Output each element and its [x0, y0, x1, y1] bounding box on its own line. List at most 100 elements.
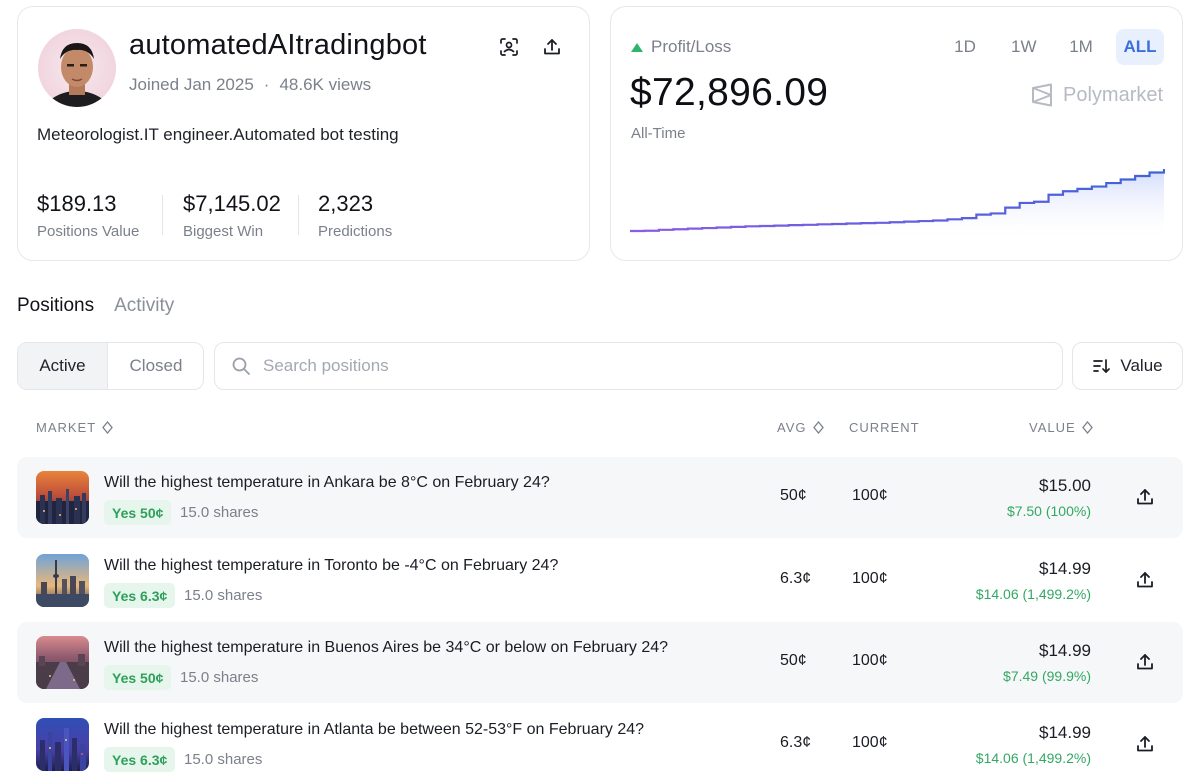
column-header-current: CURRENT: [849, 420, 920, 435]
share-icon: [1137, 489, 1153, 505]
pnl-area: [630, 169, 1164, 241]
column-header-label: VALUE: [1029, 420, 1076, 435]
column-header-market[interactable]: MARKET: [36, 420, 114, 435]
market-thumbnail: [36, 636, 89, 689]
position-pnl: $14.06 (1,499.2%): [975, 750, 1091, 766]
position-pnl: $7.50 (100%): [1006, 503, 1091, 519]
username: automatedAItradingbot: [129, 29, 427, 61]
position-value: $15.00: [1039, 476, 1091, 495]
sort-diamond-icon: [812, 421, 824, 434]
filter-closed-button[interactable]: Closed: [108, 343, 203, 389]
avatar[interactable]: [38, 29, 116, 107]
position-value: $14.99: [1039, 723, 1091, 742]
triangle-up-icon: [631, 42, 643, 52]
brand-name: Polymarket: [1063, 83, 1164, 106]
range-all-button[interactable]: ALL: [1116, 29, 1164, 65]
tab-activity[interactable]: Activity: [114, 295, 174, 317]
tab-positions[interactable]: Positions: [17, 295, 94, 317]
position-value: $14.99: [1039, 641, 1091, 660]
current-price: 100¢: [852, 570, 888, 587]
market-thumbnail: [36, 554, 89, 607]
search-input[interactable]: [263, 356, 1023, 376]
table-row[interactable]: Will the highest temperature in Toronto …: [17, 540, 1183, 621]
stat-label: Biggest Win: [183, 223, 264, 240]
avg-price: 50¢: [780, 487, 807, 504]
stat-label: Positions Value: [37, 223, 140, 240]
stat-positions-value: $189.13 Positions Value: [37, 191, 139, 240]
share-position-button[interactable]: [1135, 652, 1155, 672]
search-icon: [232, 357, 250, 375]
sort-button[interactable]: Value: [1072, 342, 1183, 390]
market-question[interactable]: Will the highest temperature in Atlanta …: [104, 721, 644, 739]
share-position-button[interactable]: [1135, 487, 1155, 507]
current-price: 100¢: [852, 652, 888, 669]
avg-price: 6.3¢: [780, 734, 812, 751]
share-count: 15.0 shares: [184, 587, 263, 604]
column-header-avg[interactable]: AVG: [777, 420, 824, 435]
share-icon: [1137, 736, 1153, 752]
profit-loss-card: Profit/Loss 1D 1W 1M ALL $72,896.09 All-…: [610, 6, 1183, 261]
share-profile-button[interactable]: [539, 34, 565, 60]
stat-divider: [298, 195, 299, 235]
market-question[interactable]: Will the highest temperature in Toronto …: [104, 557, 558, 575]
current-price: 100¢: [852, 734, 888, 751]
polymarket-logo-icon: [1032, 83, 1052, 107]
market-question[interactable]: Will the highest temperature in Buenos A…: [104, 639, 668, 657]
current-price: 100¢: [852, 487, 888, 504]
sort-diamond-icon: [102, 421, 114, 434]
avg-price: 50¢: [780, 652, 807, 669]
scan-profile-button[interactable]: [496, 34, 522, 60]
profile-tabs: Positions Activity: [17, 295, 174, 317]
stat-label: Predictions: [318, 223, 393, 240]
range-1d-button[interactable]: 1D: [945, 29, 985, 65]
view-count: 48.6K views: [279, 75, 372, 94]
pnl-chart: [630, 169, 1165, 241]
share-icon: [544, 39, 560, 55]
market-question[interactable]: Will the highest temperature in Ankara b…: [104, 474, 550, 492]
share-position-button[interactable]: [1135, 570, 1155, 590]
range-1m-button[interactable]: 1M: [1061, 29, 1101, 65]
position-pnl: $14.06 (1,499.2%): [975, 586, 1091, 602]
outcome-badge: Yes 6.3¢: [104, 747, 176, 772]
range-1w-button[interactable]: 1W: [1003, 29, 1045, 65]
outcome-badge: Yes 50¢: [104, 665, 172, 690]
scan-face-icon: [500, 38, 518, 56]
pnl-label-text: Profit/Loss: [651, 37, 732, 56]
separator-dot: ·: [263, 75, 270, 94]
share-icon: [1137, 572, 1153, 588]
stat-predictions: 2,323 Predictions: [318, 191, 392, 240]
polymarket-brand: Polymarket: [1031, 83, 1163, 107]
position-pnl: $7.49 (99.9%): [1003, 668, 1091, 684]
market-thumbnail: [36, 471, 89, 524]
market-thumbnail: [36, 718, 89, 771]
share-count: 15.0 shares: [180, 504, 259, 521]
filter-active-button[interactable]: Active: [18, 343, 108, 389]
joined-date: Joined Jan 2025: [129, 75, 254, 94]
share-position-button[interactable]: [1135, 734, 1155, 754]
sort-icon: [1093, 359, 1111, 373]
share-icon: [1137, 654, 1153, 670]
profile-bio: Meteorologist.IT engineer.Automated bot …: [37, 125, 399, 144]
profile-meta: Joined Jan 2025 · 48.6K views: [129, 75, 371, 95]
stat-biggest-win: $7,145.02 Biggest Win: [183, 191, 281, 240]
sort-diamond-icon: [1081, 421, 1093, 434]
column-header-label: AVG: [777, 420, 807, 435]
position-value: $14.99: [1039, 559, 1091, 578]
pnl-period: All-Time: [631, 125, 686, 142]
outcome-badge: Yes 50¢: [104, 500, 172, 525]
stat-value: $7,145.02: [183, 191, 281, 216]
column-header-label: CURRENT: [849, 420, 920, 435]
column-header-label: MARKET: [36, 420, 97, 435]
profile-card: automatedAItradingbot Joined Jan 2025 · 48…: [17, 6, 590, 261]
search-box: [214, 342, 1063, 390]
column-header-value[interactable]: VALUE: [1029, 420, 1093, 435]
pnl-label: Profit/Loss: [631, 37, 731, 57]
table-row[interactable]: Will the highest temperature in Ankara b…: [17, 457, 1183, 538]
pnl-value: $72,896.09: [630, 71, 829, 114]
stat-divider: [162, 195, 163, 235]
table-row[interactable]: Will the highest temperature in Buenos A…: [17, 622, 1183, 703]
stat-value: 2,323: [318, 191, 374, 216]
outcome-badge: Yes 6.3¢: [104, 583, 176, 608]
share-count: 15.0 shares: [180, 669, 259, 686]
table-row[interactable]: Will the highest temperature in Atlanta …: [17, 704, 1183, 781]
